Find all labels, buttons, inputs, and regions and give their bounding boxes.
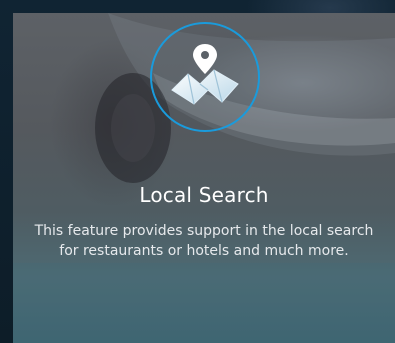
feature-description: This feature provides support in the loc… bbox=[34, 223, 374, 259]
feature-card: Local Search This feature provides suppo… bbox=[13, 13, 395, 343]
map-pin-icon bbox=[150, 22, 260, 132]
feature-tile-background: Local Search This feature provides suppo… bbox=[0, 0, 395, 343]
feature-title: Local Search bbox=[139, 183, 269, 207]
